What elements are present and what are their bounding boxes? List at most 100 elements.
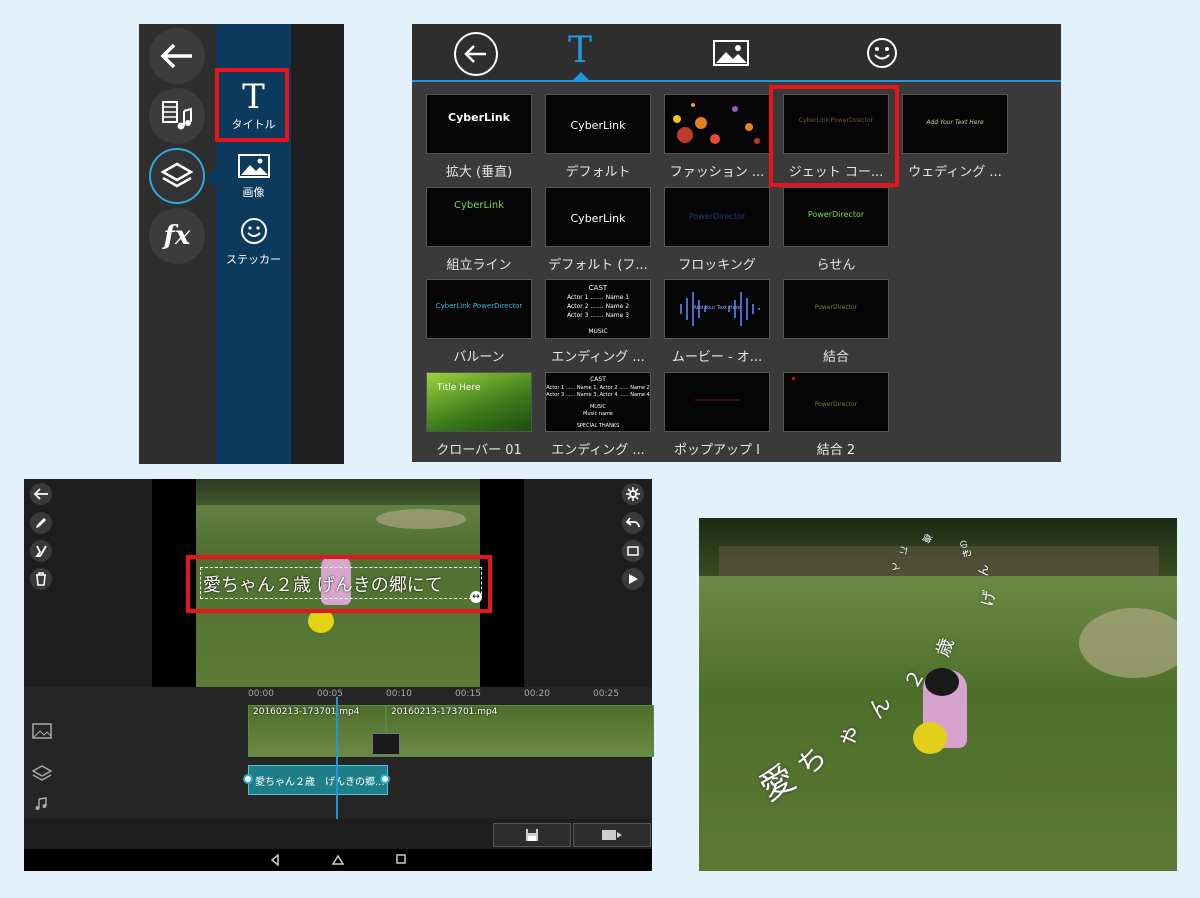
template-name: らせん [816, 258, 856, 273]
layers-button[interactable] [149, 148, 205, 204]
active-pointer [206, 168, 216, 188]
layers-icon [160, 162, 194, 188]
highlight-box [769, 85, 899, 187]
template-tile[interactable]: CyberLink デフォルト [545, 94, 651, 180]
template-name: 結合 [822, 350, 849, 365]
template-name: フロッキング [678, 258, 756, 273]
template-tile[interactable]: Add Your Text Here ウェディング ... [902, 94, 1008, 180]
template-name: ポップアップ I [674, 443, 760, 458]
ruler-label: 00:25 [593, 689, 619, 699]
bokeh-graphic [673, 103, 760, 144]
result-preview: 愛 ち ゃ ん ２ 歳 げ ん き の 郷 に て [699, 518, 1177, 871]
menu-item-image[interactable]: 画像 [216, 154, 291, 200]
template-thumb: CyberLink [545, 94, 651, 154]
template-tile[interactable]: CyberLink 組立ライン [426, 187, 532, 273]
template-name: 組立ライン [446, 258, 512, 273]
template-tile[interactable]: ポップアップ I [664, 372, 770, 458]
active-tab-line [412, 80, 1061, 82]
trim-handle-right[interactable] [380, 774, 390, 784]
template-thumb: PowerDirector [664, 187, 770, 247]
back-button[interactable] [149, 28, 205, 84]
title-clip[interactable]: 愛ちゃん２歳 げんきの郷... [248, 765, 388, 795]
template-tile[interactable]: Title Here クローバー 01 [426, 372, 532, 458]
system-nav-bar [24, 849, 652, 871]
timeline[interactable]: 00:00 00:05 00:10 00:15 00:20 00:25 2016… [24, 687, 654, 819]
template-thumb: Add Your Text Here [902, 94, 1008, 154]
template-name: エンディング ... [551, 443, 645, 458]
smiley-icon [240, 218, 267, 244]
ruler-label: 00:15 [455, 689, 481, 699]
yellow-ball [913, 722, 947, 754]
template-thumb: CAST Actor 1 ...... Name 1, Actor 2 ....… [545, 372, 651, 432]
tab-indicator [573, 72, 589, 80]
child-hair [925, 668, 959, 696]
save-button[interactable] [493, 823, 571, 847]
template-name: ファッション ... [669, 165, 765, 180]
menu-item-sticker[interactable]: ステッカー [216, 217, 291, 267]
menu-item-sticker-label: ステッカー [226, 253, 281, 266]
template-tile[interactable]: Add Your Text Here ムービー - オ... [664, 279, 770, 365]
dirt-patch [376, 509, 466, 529]
delete-button[interactable] [30, 568, 52, 590]
highlight-box [215, 68, 289, 142]
ruler-label: 00:00 [248, 689, 274, 699]
undo-icon [626, 517, 640, 528]
back-button[interactable] [454, 32, 498, 76]
tab-title[interactable]: T [564, 30, 596, 78]
play-button[interactable] [622, 568, 644, 590]
template-thumb: PowerDirector [783, 279, 889, 339]
nav-back-icon[interactable] [270, 854, 280, 866]
video-clip[interactable]: 20160213-173701.mp4 [386, 705, 654, 757]
nav-home-icon[interactable] [332, 854, 344, 866]
template-tile[interactable]: PowerDirector 結合 [783, 279, 889, 365]
template-tile[interactable]: CyberLink 拡大 (垂直) [426, 94, 532, 180]
template-tile[interactable]: CAST Actor 1 ...... Name 1, Actor 2 ....… [545, 372, 651, 458]
music-icon [35, 797, 47, 810]
back-arrow-icon [33, 488, 48, 500]
template-thumb [664, 94, 770, 154]
playhead[interactable] [336, 697, 338, 819]
template-thumb: CyberLink [426, 94, 532, 154]
fx-edit-button[interactable] [30, 540, 52, 562]
template-tile[interactable]: PowerDirector フロッキング [664, 187, 770, 273]
edit-button[interactable] [30, 512, 52, 534]
nav-recent-icon[interactable] [396, 854, 406, 864]
template-tile[interactable]: CyberLink PowerDirector バルーン [426, 279, 532, 365]
back-arrow-icon [160, 43, 192, 69]
smiley-icon [867, 38, 897, 68]
template-tile[interactable]: PowerDirector 結合 2 [783, 372, 889, 458]
transition-icon[interactable] [372, 733, 400, 755]
template-thumb [664, 372, 770, 432]
right-gutter [291, 24, 344, 464]
side-menu-panel: fx T タイトル 画像 ステッカー [139, 24, 344, 464]
template-tile[interactable]: CAST Actor 1 ....... Name 1 Actor 2 ....… [545, 279, 651, 365]
template-thumb: PowerDirector [783, 372, 889, 432]
spiral-char: ん [976, 564, 991, 577]
gear-icon [626, 487, 640, 501]
settings-button[interactable] [622, 483, 644, 505]
title-template-panel: T CyberLink 拡大 (垂直) CyberLink デフォルト ファッシ… [412, 24, 1061, 462]
export-button[interactable] [573, 823, 651, 847]
ruler-label: 00:10 [386, 689, 412, 699]
back-button[interactable] [30, 483, 52, 505]
image-icon [713, 40, 749, 66]
tab-sticker[interactable] [866, 37, 898, 73]
clip-label: 20160213-173701.mp4 [391, 707, 498, 717]
clip-label: 20160213-173701.mp4 [253, 707, 360, 717]
save-icon [526, 829, 538, 841]
fullscreen-button[interactable] [622, 540, 644, 562]
template-name: 拡大 (垂直) [445, 165, 513, 180]
template-tile[interactable]: ファッション ... [664, 94, 770, 180]
shelter-building [719, 546, 1159, 576]
template-thumb: Title Here [426, 372, 532, 432]
undo-button[interactable] [622, 512, 644, 534]
media-button[interactable] [149, 88, 205, 144]
tree-line [196, 479, 480, 505]
template-tile[interactable]: PowerDirector らせん [783, 187, 889, 273]
fx-button[interactable]: fx [149, 208, 205, 264]
template-tile[interactable]: CyberLink デフォルト (フ... [545, 187, 651, 273]
trim-handle-left[interactable] [243, 774, 253, 784]
tab-image[interactable] [713, 40, 749, 70]
brush-icon [35, 545, 47, 557]
video-clip[interactable]: 20160213-173701.mp4 [248, 705, 386, 757]
